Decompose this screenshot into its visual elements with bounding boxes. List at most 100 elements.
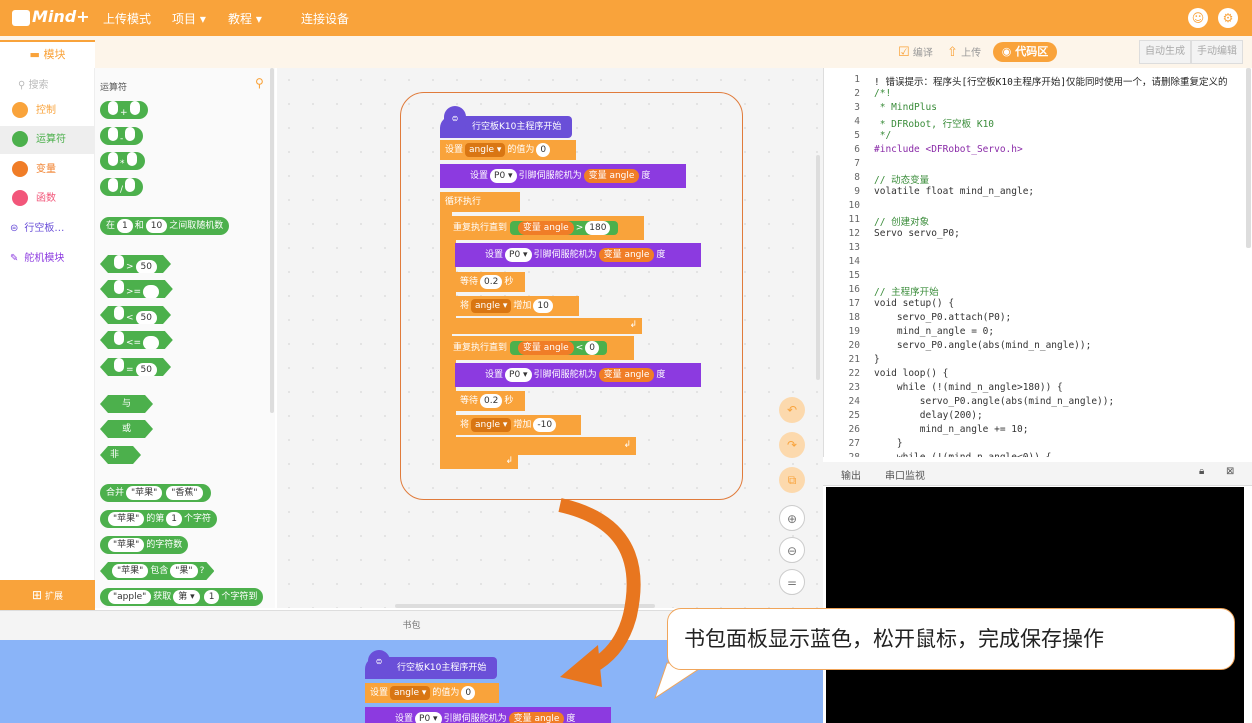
undo-icon[interactable]: ↶ bbox=[779, 397, 805, 423]
multiply-block[interactable]: * bbox=[100, 152, 145, 170]
t: 设置 bbox=[370, 688, 389, 698]
category-label: 舵机模块 bbox=[24, 253, 65, 264]
code-line: servo_P0.attach(P0); bbox=[874, 312, 1012, 323]
subtract-block[interactable]: - bbox=[100, 127, 144, 145]
menu-tutorial[interactable]: 教程 ▾ bbox=[228, 10, 262, 27]
menu-project[interactable]: 项目 ▾ bbox=[172, 10, 206, 27]
line-number: 11 bbox=[848, 214, 860, 225]
op: > bbox=[575, 223, 584, 233]
lt-block[interactable]: <50 bbox=[100, 306, 171, 324]
zoom-reset-icon[interactable]: = bbox=[779, 569, 805, 595]
and-block[interactable]: 与 bbox=[100, 395, 153, 413]
eq-block[interactable]: = 50 bbox=[100, 358, 171, 376]
divide-block[interactable]: / bbox=[100, 178, 144, 196]
auto-generate-button[interactable]: 自动生成 bbox=[1139, 40, 1191, 64]
category-sidebar: ⚲ 搜索 控制 运算符 变量 函数 ⊜ 行空板… ✎ 舵机模块 bbox=[0, 68, 95, 580]
code-scrollbar[interactable] bbox=[1246, 68, 1251, 248]
label: 与 bbox=[122, 399, 132, 409]
tab-modules-label: 模块 bbox=[43, 48, 66, 61]
contains-block[interactable]: "苹果" 包含 "果"? bbox=[100, 562, 214, 580]
category-k10-board[interactable]: ⊜ 行空板… bbox=[0, 215, 95, 243]
set-variable-block[interactable]: 设置 angle ▾ 的值为 0 bbox=[440, 140, 576, 160]
zoom-in-icon[interactable]: ⊕ bbox=[779, 505, 805, 531]
upload-button[interactable]: ⇧ 上传 bbox=[947, 44, 981, 62]
lte-block[interactable]: <= bbox=[100, 331, 173, 349]
wait-block[interactable]: 等待 0.2 秒 bbox=[455, 272, 525, 292]
or-block[interactable]: 或 bbox=[100, 420, 153, 438]
repeat-until-block-1[interactable]: 重复执行直到 变量 angle >180 bbox=[448, 216, 644, 240]
t: 度 bbox=[566, 714, 576, 723]
category-label: 变量 bbox=[36, 164, 56, 175]
search-placeholder: 搜索 bbox=[28, 80, 49, 91]
category-servo[interactable]: ✎ 舵机模块 bbox=[0, 245, 95, 273]
compile-button[interactable]: ☑ 编译 bbox=[898, 44, 933, 62]
line-number: 4 bbox=[854, 116, 860, 127]
palette-scrollbar[interactable] bbox=[270, 68, 274, 413]
code-area-toggle[interactable]: ◉ 代码区 bbox=[993, 42, 1057, 62]
line-number: 9 bbox=[854, 186, 860, 197]
not-block[interactable]: 非 bbox=[100, 446, 141, 464]
var-reporter: 变量 angle bbox=[517, 221, 574, 235]
length-block[interactable]: "苹果" 的字符数 bbox=[100, 536, 189, 554]
tab-output[interactable]: 输出 bbox=[841, 467, 861, 482]
wait-block[interactable]: 等待 0.2 秒 bbox=[455, 391, 525, 411]
t: 等待 bbox=[460, 277, 479, 287]
code-line: volatile float mind_n_angle; bbox=[874, 186, 1035, 197]
set-servo-block[interactable]: 设置 P0 ▾ 引脚伺服舵机为 变量 angle 度 bbox=[440, 164, 686, 188]
code-editor[interactable]: 1 ! 错误提示：程序头[行空板K10主程序开始]仅能同时使用一个，请删除重复定义… bbox=[823, 68, 1252, 457]
block-palette: 运算符 ⚲ + - * / 在 1 和 10 之间取随机数 >50 >= <50 <= … bbox=[95, 68, 275, 608]
set-servo-block[interactable]: 设置 P0 ▾ 引脚伺服舵机为 变量 angle 度 bbox=[455, 243, 701, 267]
category-operators[interactable]: 运算符 bbox=[0, 126, 95, 154]
op-label: / bbox=[120, 185, 124, 195]
servo-icon: ✎ bbox=[10, 253, 19, 264]
clear-icon[interactable]: ⊠ bbox=[1226, 466, 1234, 477]
add-block[interactable]: + bbox=[100, 101, 148, 119]
set-servo-block[interactable]: 设置 P0 ▾ 引脚伺服舵机为 变量 angle 度 bbox=[455, 363, 701, 387]
menu-connect-device[interactable]: 连接设备 bbox=[301, 10, 349, 27]
category-variables[interactable]: 变量 bbox=[0, 156, 95, 184]
t: 将 bbox=[460, 420, 470, 430]
repeat-until-block-2[interactable]: 重复执行直到 变量 angle <0 bbox=[448, 336, 634, 360]
check-square-icon: ☑ bbox=[898, 45, 910, 60]
k10-hat-icon: ⊜ bbox=[444, 106, 466, 136]
tab-serial-monitor[interactable]: 串口监视 bbox=[885, 467, 925, 482]
settings-gear-icon[interactable]: ⚙ bbox=[1218, 8, 1238, 28]
compile-label: 编译 bbox=[912, 48, 933, 59]
operators-dot-icon bbox=[12, 131, 28, 147]
letter-of-block[interactable]: "苹果" 的第 1 个字符 bbox=[100, 510, 218, 528]
cleanup-icon[interactable]: ⧉ bbox=[779, 467, 805, 493]
substring-block[interactable]: "apple" 获取第 ▾ 1 个字符到 bbox=[100, 588, 264, 606]
account-icon[interactable]: ☺ bbox=[1188, 8, 1208, 28]
pin-icon[interactable]: ⚲ bbox=[255, 76, 264, 90]
gte-block[interactable]: >= bbox=[100, 280, 173, 298]
join-block[interactable]: 合并 "苹果" "香蕉" bbox=[100, 484, 211, 502]
control-dot-icon bbox=[12, 102, 28, 118]
output-console[interactable] bbox=[826, 487, 1244, 723]
random-block[interactable]: 在 1 和 10 之间取随机数 bbox=[100, 217, 230, 235]
op: > bbox=[126, 262, 134, 272]
code-line: Servo servo_P0; bbox=[874, 228, 960, 239]
code-line: * DFRobot, 行空板 K10 bbox=[874, 119, 995, 130]
tab-modules[interactable]: ▬ 模块 bbox=[0, 40, 95, 68]
category-control[interactable]: 控制 bbox=[0, 97, 95, 125]
menu-project-label: 项目 bbox=[172, 12, 197, 26]
forever-block[interactable]: 循环执行 bbox=[440, 192, 520, 212]
redo-icon[interactable]: ↷ bbox=[779, 432, 805, 458]
menu-upload-mode[interactable]: 上传模式 bbox=[103, 10, 151, 27]
workspace-scrollbar-v[interactable] bbox=[816, 155, 820, 380]
slot: 0.2 bbox=[480, 394, 503, 408]
caret-down-icon: ▾ bbox=[199, 12, 206, 26]
change-variable-block[interactable]: 将 angle ▾ 增加 10 bbox=[455, 296, 579, 316]
k10-hat-icon: ⊜ bbox=[368, 650, 390, 678]
change-variable-block[interactable]: 将 angle ▾ 增加 -10 bbox=[455, 415, 581, 435]
gt-block[interactable]: >50 bbox=[100, 255, 171, 273]
op: = bbox=[126, 365, 134, 375]
category-search[interactable]: ⚲ 搜索 bbox=[18, 76, 49, 91]
palette-title: 运算符 bbox=[100, 83, 128, 93]
manual-edit-button[interactable]: 手动编辑 bbox=[1191, 40, 1243, 64]
category-functions[interactable]: 函数 bbox=[0, 185, 95, 213]
lock-icon[interactable]: 🔒︎ bbox=[1199, 466, 1204, 477]
extension-button[interactable]: ⊞ 扩展 bbox=[0, 580, 95, 610]
zoom-out-icon[interactable]: ⊖ bbox=[779, 537, 805, 563]
t: 设置 bbox=[395, 714, 414, 723]
